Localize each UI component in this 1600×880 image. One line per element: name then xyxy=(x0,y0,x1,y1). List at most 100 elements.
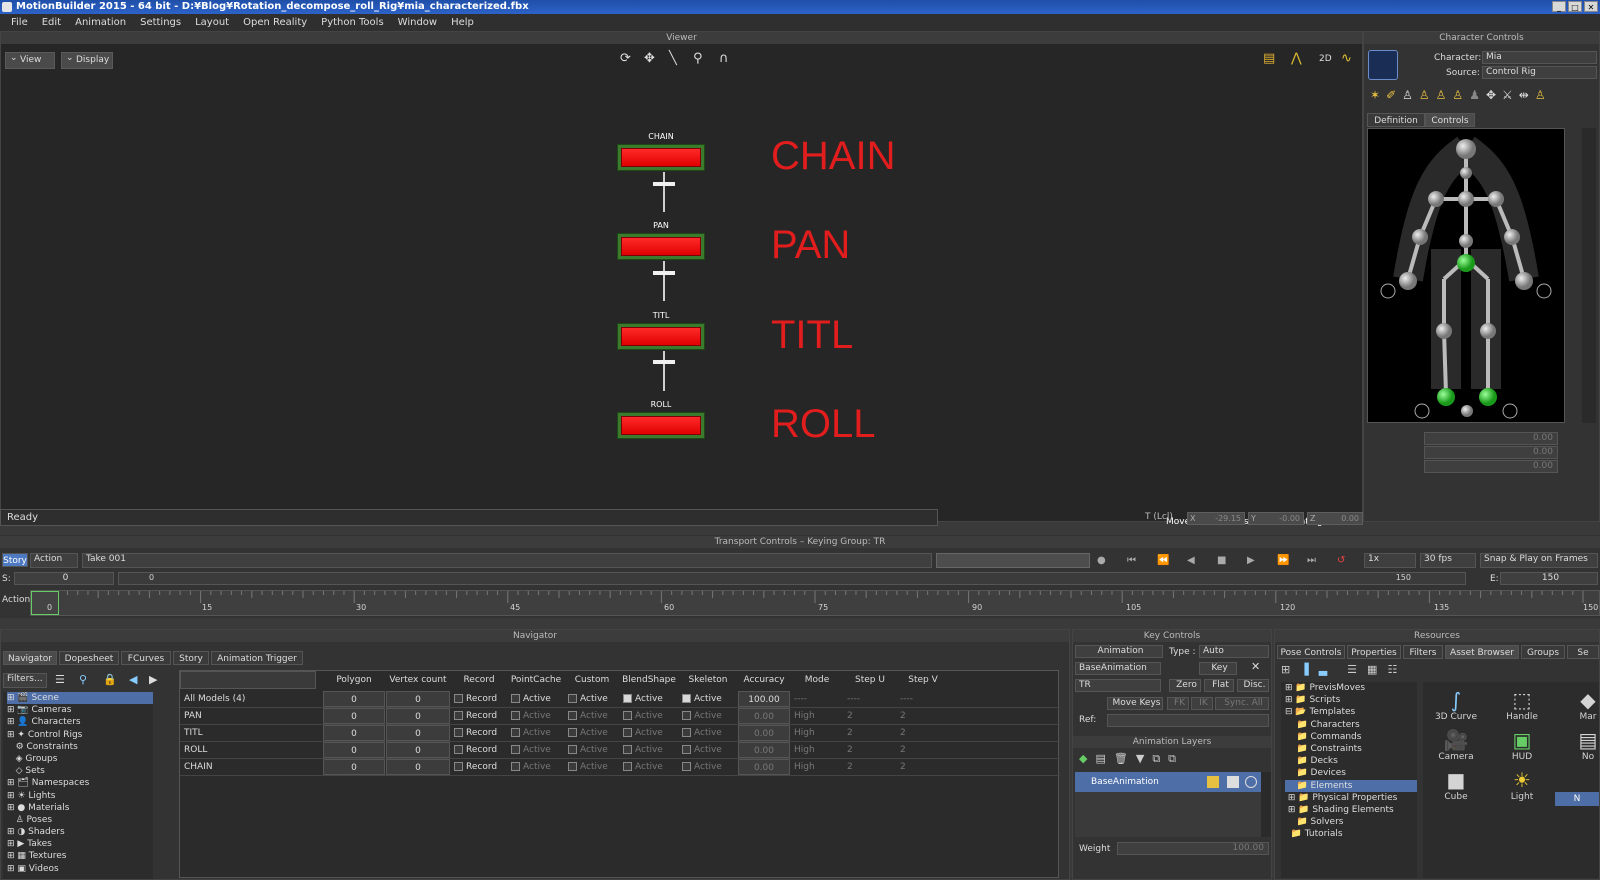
end-field[interactable]: 150 xyxy=(1500,572,1598,585)
playback-range-display[interactable] xyxy=(936,553,1090,568)
viewer-panel[interactable]: Viewer View Display ⟳ ✥ ╲ ⚲ ∩ ▤ ⋀ 2D ∿ C… xyxy=(0,31,1380,527)
zoom-tool-icon[interactable]: ⚲ xyxy=(693,52,703,66)
layer-select[interactable]: BaseAnimation xyxy=(1075,662,1161,675)
skeleton-checkbox[interactable] xyxy=(682,711,691,720)
keying-group-select[interactable]: TR xyxy=(1075,679,1161,692)
titl-node[interactable] xyxy=(617,323,705,350)
move-keys-button[interactable]: Move Keys xyxy=(1107,697,1163,710)
type-select[interactable]: Auto xyxy=(1199,645,1269,658)
pointcache-checkbox[interactable] xyxy=(511,728,520,737)
pointcache-checkbox[interactable] xyxy=(511,745,520,754)
merge-icon[interactable]: ⧉ xyxy=(1152,752,1160,766)
asset-cube[interactable]: ■ Cube xyxy=(1429,768,1483,802)
tree-item-commands[interactable]: 📁 Commands xyxy=(1285,731,1417,743)
head-effector[interactable] xyxy=(1456,139,1476,159)
full-body-icon[interactable]: ✶ xyxy=(1370,88,1380,106)
menu-settings[interactable]: Settings xyxy=(133,17,188,28)
tree-item-sets[interactable]: ◇ Sets xyxy=(7,765,153,777)
tree-item-namespaces[interactable]: ⊞ 🗂 Namespaces xyxy=(7,777,153,789)
camera-switch-icon[interactable]: ∿ xyxy=(1341,52,1352,66)
pan-tool-icon[interactable]: ╲ xyxy=(669,52,677,66)
timeline-ruler[interactable]: 0 15 30 45 60 75 90 105 120 135 150 xyxy=(30,590,1600,616)
right-elbow-effector[interactable] xyxy=(1504,229,1520,245)
view-menu-button[interactable]: View xyxy=(5,51,55,69)
duplicate-icon[interactable]: ⧉ xyxy=(1168,752,1176,766)
tree-item-previsoves[interactable]: ⊞ 📁 PrevisMoves xyxy=(1285,682,1417,694)
tree-item-videos[interactable]: ⊞ ▣ Videos xyxy=(7,863,153,875)
floor-effector[interactable] xyxy=(1461,405,1473,417)
time-slider[interactable]: 0 150 xyxy=(118,572,1466,585)
resources-tree[interactable]: ⊞ 📁 PrevisMoves ⊞ 📁 Scripts ⊟ 📂 Template… xyxy=(1281,682,1417,878)
source-select[interactable]: Control Rig xyxy=(1482,66,1597,79)
tab-fcurves[interactable]: FCurves xyxy=(121,651,171,665)
skeleton-checkbox[interactable] xyxy=(682,745,691,754)
asset-grid[interactable]: ∫ 3D Curve ⬚ Handle ◆ Mar 🎥 Camera ▣ HUD ▤ No … xyxy=(1423,682,1599,878)
character-select[interactable]: Mia xyxy=(1482,51,1597,64)
asset-hud[interactable]: ▣ HUD xyxy=(1495,728,1549,762)
orbit-tool-icon[interactable]: ∩ xyxy=(719,52,729,66)
tab-navigator[interactable]: Navigator xyxy=(3,651,57,665)
record-checkbox[interactable] xyxy=(454,728,463,737)
layer-list[interactable] xyxy=(1075,792,1261,837)
asset-camera[interactable]: 🎥 Camera xyxy=(1429,728,1483,762)
left-shoulder-effector[interactable] xyxy=(1428,191,1444,207)
ik-blend-field-3[interactable]: 0.00 xyxy=(1424,460,1558,473)
t-z-field[interactable]: Z 0.00 xyxy=(1307,512,1363,525)
tree-item-shaders[interactable]: ⊞ ◑ Shaders xyxy=(7,826,153,838)
take-select[interactable]: Take 001 xyxy=(82,553,932,568)
table-row[interactable]: All Models (4) 0 0 Record Active Active … xyxy=(180,691,1060,708)
blendshape-checkbox[interactable] xyxy=(623,762,632,771)
tab-animation-trigger[interactable]: Animation Trigger xyxy=(211,651,303,665)
tab-controls[interactable]: Controls xyxy=(1425,113,1475,127)
snap-select[interactable]: Snap & Play on Frames xyxy=(1480,553,1598,568)
figure-dark-icon[interactable]: ♟ xyxy=(1469,88,1480,106)
left-hand-toggle-icon[interactable] xyxy=(1380,283,1396,299)
tab-properties[interactable]: Properties xyxy=(1347,645,1401,659)
tab-sets[interactable]: Se xyxy=(1567,645,1599,659)
table-row[interactable]: PAN 0 0 Record Active Active Active Acti… xyxy=(180,708,1060,725)
record-checkbox[interactable] xyxy=(454,762,463,771)
filters-button[interactable]: Filters... xyxy=(3,673,47,688)
base-animation-layer[interactable]: BaseAnimation xyxy=(1075,772,1261,792)
disc-button[interactable]: Disc. xyxy=(1237,679,1269,692)
goto-start-icon[interactable]: ⏮ xyxy=(1127,554,1136,568)
scene-tree[interactable]: ⊞ 🎬 Scene ⊞ 📷 Cameras ⊞ 👤 Characters ⊞ ✦… xyxy=(3,692,153,879)
tab-pose-controls[interactable]: Pose Controls xyxy=(1277,645,1345,659)
tree-item-templates[interactable]: ⊟ 📂 Templates xyxy=(1285,706,1417,718)
spine-effector[interactable] xyxy=(1459,234,1473,248)
tab-definition[interactable]: Definition xyxy=(1367,113,1425,127)
tree-item-lights[interactable]: ⊞ ☀ Lights xyxy=(7,790,153,802)
menu-window[interactable]: Window xyxy=(391,17,444,28)
t-x-field[interactable]: X -29.15 xyxy=(1187,512,1245,525)
asset-marker[interactable]: ◆ Mar xyxy=(1561,688,1599,722)
prev-key-icon[interactable]: ⏪ xyxy=(1157,554,1169,568)
fk-button[interactable]: FK xyxy=(1167,697,1189,710)
move-tool-icon[interactable]: ✥ xyxy=(644,52,655,66)
delete-key-icon[interactable]: ✕ xyxy=(1251,660,1260,674)
tree-item-tutorials[interactable]: 📁 Tutorials xyxy=(1285,828,1417,840)
layer-scrollbar[interactable] xyxy=(1261,772,1271,837)
pan-node[interactable] xyxy=(617,233,705,260)
fps-select[interactable]: 30 fps xyxy=(1420,553,1476,568)
tree-item-characters[interactable]: ⊞ 👤 Characters xyxy=(7,716,153,728)
sync-all-button[interactable]: Sync. All xyxy=(1215,697,1269,710)
menu-open-reality[interactable]: Open Reality xyxy=(236,17,314,28)
asset-handle[interactable]: ⬚ Handle xyxy=(1495,688,1549,722)
tree-item-groups[interactable]: ◈ Groups xyxy=(7,753,153,765)
right-knee-effector[interactable] xyxy=(1480,323,1496,339)
play-icon[interactable]: ▶ xyxy=(1247,554,1255,568)
display-menu-button[interactable]: Display xyxy=(61,51,113,69)
layer-lock-icon[interactable] xyxy=(1207,776,1219,788)
table-row[interactable]: TITL 0 0 Record Active Active Active Act… xyxy=(180,725,1060,742)
right-wrist-effector[interactable] xyxy=(1515,272,1533,290)
trajectory-icon[interactable]: ⋀ xyxy=(1291,52,1302,66)
back-arrow-icon[interactable]: ◀ xyxy=(129,673,137,687)
pointcache-checkbox[interactable] xyxy=(511,711,520,720)
left-elbow-effector[interactable] xyxy=(1412,229,1428,245)
tab-groups[interactable]: Groups xyxy=(1521,645,1565,659)
asset-3d-curve[interactable]: ∫ 3D Curve xyxy=(1429,688,1483,722)
action-mode-select[interactable]: Action xyxy=(30,553,78,568)
table-row[interactable]: ROLL 0 0 Record Active Active Active Act… xyxy=(180,742,1060,759)
2d-view-icon[interactable]: 2D xyxy=(1319,52,1332,66)
record-checkbox[interactable] xyxy=(454,711,463,720)
